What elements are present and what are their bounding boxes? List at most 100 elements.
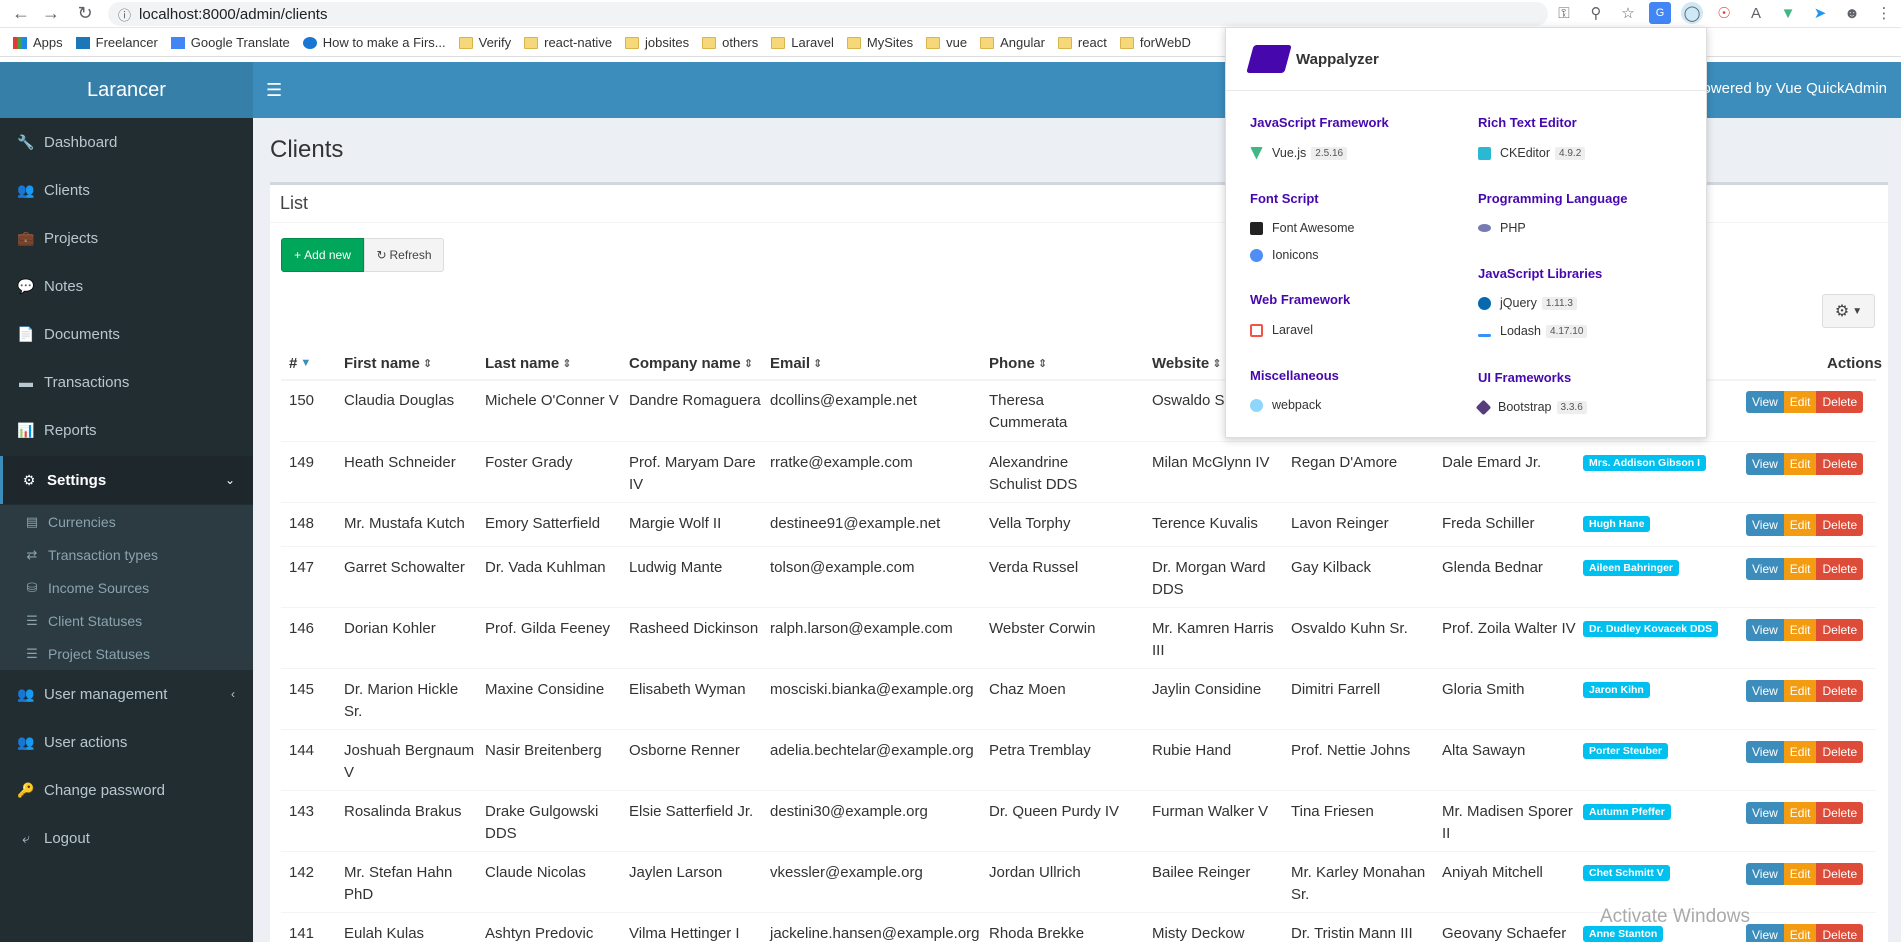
wapp-category[interactable]: Rich Text Editor	[1478, 115, 1577, 130]
sidebar-item-documents[interactable]: 📄 Documents	[0, 310, 253, 358]
view-button[interactable]: View	[1746, 680, 1784, 702]
view-button[interactable]: View	[1746, 514, 1784, 536]
forward-icon[interactable]: →	[38, 1, 64, 27]
hamburger-icon[interactable]: ☰	[266, 80, 282, 101]
view-button[interactable]: View	[1746, 802, 1784, 824]
sidebar-sub-project-statuses[interactable]: ☰ Project Statuses	[0, 637, 253, 670]
bookmark-folder[interactable]: Verify	[458, 35, 511, 50]
view-button[interactable]: View	[1746, 558, 1784, 580]
edit-button[interactable]: Edit	[1783, 802, 1817, 824]
edit-button[interactable]: Edit	[1783, 680, 1817, 702]
sidebar-sub-currencies[interactable]: ▤ Currencies	[0, 505, 253, 538]
delete-button[interactable]: Delete	[1816, 741, 1864, 763]
view-button[interactable]: View	[1746, 924, 1784, 942]
edit-button[interactable]: Edit	[1783, 391, 1817, 413]
view-button[interactable]: View	[1746, 619, 1784, 641]
bookmark-folder[interactable]: MySites	[846, 35, 913, 50]
app-logo[interactable]: Larancer	[0, 62, 253, 118]
bookmark-google-translate[interactable]: Google Translate	[170, 35, 290, 50]
column-settings-button[interactable]: ⚙ ▼	[1822, 294, 1875, 328]
sidebar-item-user-management[interactable]: 👥 User management ‹	[0, 670, 253, 718]
bookmark-folder[interactable]: others	[702, 35, 758, 50]
edit-button[interactable]: Edit	[1783, 619, 1817, 641]
wapp-category[interactable]: UI Frameworks	[1478, 370, 1571, 385]
sidebar-item-user-actions[interactable]: 👥 User actions	[0, 718, 253, 766]
wapp-tech-webpack[interactable]: webpack	[1250, 398, 1321, 412]
th-id[interactable]: # ▼	[289, 345, 311, 381]
th-last-name[interactable]: Last name ⇕	[485, 345, 571, 381]
account-icon[interactable]: ☻	[1841, 2, 1863, 24]
vue-devtools-icon[interactable]: ▼	[1777, 2, 1799, 24]
key-icon[interactable]: ⚿	[1553, 2, 1575, 24]
wapp-tech-font-awesome[interactable]: Font Awesome	[1250, 221, 1354, 235]
wapp-category[interactable]: Programming Language	[1478, 191, 1628, 206]
sidebar-item-transactions[interactable]: ▬ Transactions	[0, 358, 253, 406]
wapp-tech-ckeditor[interactable]: CKEditor 4.9.2	[1478, 146, 1586, 160]
delete-button[interactable]: Delete	[1816, 514, 1864, 536]
bookmark-folder[interactable]: Angular	[980, 35, 1045, 50]
back-icon[interactable]: ←	[8, 1, 34, 27]
wapp-tech-vuejs[interactable]: Vue.js 2.5.16	[1250, 146, 1348, 160]
wapp-category[interactable]: Miscellaneous	[1250, 368, 1339, 383]
edit-button[interactable]: Edit	[1783, 514, 1817, 536]
wapp-tech-laravel[interactable]: Laravel	[1250, 323, 1313, 337]
delete-button[interactable]: Delete	[1816, 680, 1864, 702]
th-company-name[interactable]: Company name ⇕	[629, 345, 753, 381]
bird-icon[interactable]: ➤	[1809, 2, 1831, 24]
th-phone[interactable]: Phone ⇕	[989, 345, 1047, 381]
view-button[interactable]: View	[1746, 391, 1784, 413]
th-email[interactable]: Email ⇕	[770, 345, 822, 381]
sidebar-item-settings[interactable]: ⚙ Settings ⌄	[0, 456, 253, 504]
bookmark-folder[interactable]: vue	[926, 35, 967, 50]
sidebar-item-dashboard[interactable]: 🔧 Dashboard	[0, 118, 253, 166]
target-icon[interactable]: ☉	[1713, 2, 1735, 24]
bookmark-folder[interactable]: react	[1057, 35, 1107, 50]
sidebar-item-notes[interactable]: 💬 Notes	[0, 262, 253, 310]
delete-button[interactable]: Delete	[1816, 924, 1864, 942]
th-first-name[interactable]: First name ⇕	[344, 345, 432, 381]
angular-icon[interactable]: A	[1745, 2, 1767, 24]
wapp-category[interactable]: JavaScript Framework	[1250, 115, 1389, 130]
edit-button[interactable]: Edit	[1783, 863, 1817, 885]
bookmark-freelancer[interactable]: Freelancer	[75, 35, 158, 50]
th-website[interactable]: Website ⇕	[1152, 345, 1221, 381]
bookmark-folder[interactable]: Laravel	[771, 35, 834, 50]
view-button[interactable]: View	[1746, 863, 1784, 885]
edit-button[interactable]: Edit	[1783, 453, 1817, 475]
edit-button[interactable]: Edit	[1783, 924, 1817, 942]
refresh-button[interactable]: ↻ Refresh	[364, 238, 444, 272]
wapp-tech-jquery[interactable]: jQuery 1.11.3	[1478, 296, 1577, 310]
add-new-button[interactable]: + Add new	[281, 238, 364, 272]
wapp-tech-ionicons[interactable]: Ionicons	[1250, 248, 1319, 262]
view-button[interactable]: View	[1746, 453, 1784, 475]
reload-icon[interactable]: ↻	[72, 1, 98, 27]
sidebar-item-clients[interactable]: 👥 Clients	[0, 166, 253, 214]
sidebar-sub-client-statuses[interactable]: ☰ Client Statuses	[0, 604, 253, 637]
bookmark-how-to[interactable]: How to make a Firs...	[302, 35, 446, 50]
edit-button[interactable]: Edit	[1783, 558, 1817, 580]
edit-button[interactable]: Edit	[1783, 741, 1817, 763]
wapp-category[interactable]: Web Framework	[1250, 292, 1350, 307]
delete-button[interactable]: Delete	[1816, 863, 1864, 885]
delete-button[interactable]: Delete	[1816, 802, 1864, 824]
delete-button[interactable]: Delete	[1816, 558, 1864, 580]
wapp-tech-bootstrap[interactable]: Bootstrap 3.3.6	[1475, 399, 1587, 415]
sidebar-item-reports[interactable]: 📊 Reports	[0, 406, 253, 454]
bookmark-folder[interactable]: forWebD	[1119, 35, 1191, 50]
view-button[interactable]: View	[1746, 741, 1784, 763]
sidebar-sub-income-sources[interactable]: ⛁ Income Sources	[0, 571, 253, 604]
menu-icon[interactable]: ⋮	[1873, 2, 1895, 24]
address-bar[interactable]: ⓘ localhost:8000/admin/clients	[108, 2, 1548, 26]
wapp-category[interactable]: Font Script	[1250, 191, 1319, 206]
sidebar-item-projects[interactable]: 💼 Projects	[0, 214, 253, 262]
wapp-tech-lodash[interactable]: Lodash 4.17.10	[1478, 324, 1588, 338]
delete-button[interactable]: Delete	[1816, 453, 1864, 475]
sidebar-sub-transaction-types[interactable]: ⇄ Transaction types	[0, 538, 253, 571]
delete-button[interactable]: Delete	[1816, 619, 1864, 641]
wapp-tech-php[interactable]: PHP	[1478, 221, 1526, 235]
sidebar-item-logout[interactable]: ⤶ Logout	[0, 814, 253, 862]
bookmark-folder[interactable]: jobsites	[625, 35, 689, 50]
star-icon[interactable]: ☆	[1617, 2, 1639, 24]
bookmark-folder[interactable]: react-native	[524, 35, 612, 50]
sidebar-item-change-password[interactable]: 🔑 Change password	[0, 766, 253, 814]
